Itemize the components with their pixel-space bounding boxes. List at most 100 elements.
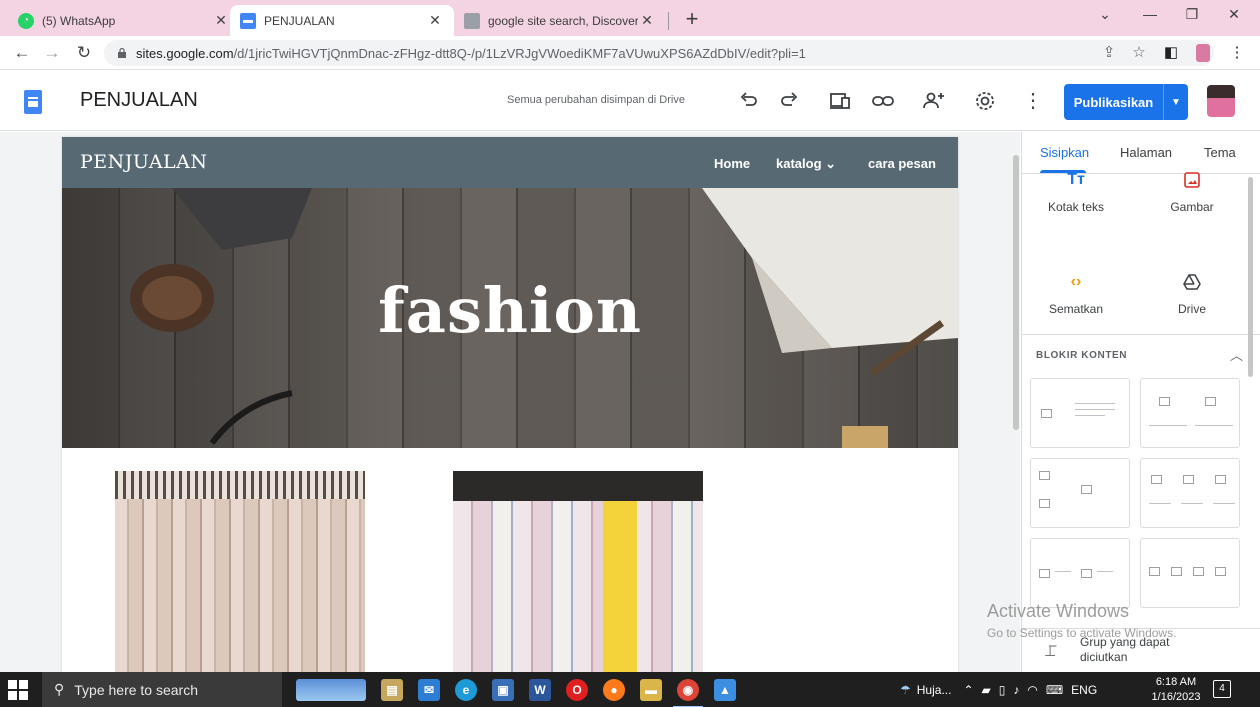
show-hidden-icons-icon[interactable]: ⌃	[963, 683, 973, 697]
search-highlight-image-icon[interactable]	[296, 679, 366, 701]
clock-time: 6:18 AM	[1155, 676, 1197, 688]
tab-google-search[interactable]: google site search, Discovertoda ✕	[454, 5, 666, 36]
folder-icon[interactable]: ▬	[640, 679, 662, 701]
more-vert-icon[interactable]: ⋮	[1020, 88, 1046, 114]
google-sites-logo-icon[interactable]	[24, 90, 42, 114]
content-block-image-text-pair[interactable]	[1030, 538, 1130, 608]
content-block-three-images[interactable]	[1140, 458, 1240, 528]
url-host: sites.google.com	[136, 45, 234, 61]
tab-search-button[interactable]: ⌄	[1085, 6, 1125, 30]
firefox-icon[interactable]: ●	[603, 679, 625, 701]
publish-button[interactable]: Publikasikan ▼	[1064, 84, 1188, 120]
close-tab-icon[interactable]: ✕	[426, 12, 444, 29]
bookmark-star-icon[interactable]: ☆	[1128, 42, 1150, 64]
weather-text[interactable]: Huja...	[917, 683, 952, 697]
undo-icon[interactable]	[735, 88, 761, 114]
clothes-rack-image-1[interactable]	[115, 471, 365, 672]
volume-icon[interactable]: ♪	[1013, 683, 1019, 697]
notification-center-icon[interactable]: 4	[1213, 680, 1231, 698]
keyboard-icon[interactable]: ⌨	[1046, 683, 1063, 697]
back-arrow-icon[interactable]: ←	[10, 41, 34, 65]
insert-text-box-button[interactable]: Tт Kotak teks	[1026, 168, 1126, 214]
taskbar-clock[interactable]: 6:18 AM 1/16/2023	[1151, 675, 1201, 705]
nav-katalog[interactable]: katalog ⌄	[776, 156, 836, 172]
image-placeholder-icon	[1215, 567, 1226, 576]
taskbar-search-box[interactable]: ⚲ Type here to search	[42, 672, 282, 707]
reload-icon[interactable]: ↻	[72, 41, 96, 65]
address-bar[interactable]: sites.google.com/d/1jricTwiHGVTjQnmDnac-…	[104, 40, 1214, 66]
content-block-image-text[interactable]	[1030, 378, 1130, 448]
link-icon[interactable]	[870, 88, 896, 114]
forward-arrow-icon[interactable]: →	[40, 41, 64, 65]
image-placeholder-icon	[1159, 397, 1170, 406]
insert-embed-button[interactable]: ‹› Sematkan	[1026, 270, 1126, 316]
search-icon: ⚲	[54, 681, 65, 697]
site-brand[interactable]: PENJUALAN	[80, 151, 208, 173]
nav-home[interactable]: Home	[714, 156, 750, 171]
insert-image-button[interactable]: Gambar	[1142, 168, 1242, 214]
image-placeholder-icon	[1039, 569, 1050, 578]
insert-drive-button[interactable]: Drive	[1142, 270, 1242, 316]
drive-icon	[1142, 270, 1242, 294]
hero-title[interactable]: fashion	[62, 274, 958, 347]
publish-options-chevron-icon[interactable]: ▼	[1164, 84, 1188, 120]
nav-cara-pesan[interactable]: cara pesan	[868, 156, 936, 171]
tab-penjualan[interactable]: ▬ PENJUALAN ✕	[230, 5, 454, 36]
meet-now-icon[interactable]: ▰	[982, 683, 991, 697]
file-explorer-icon[interactable]: ▤	[381, 679, 403, 701]
preview-icon[interactable]	[827, 88, 853, 114]
hero-banner[interactable]: fashion	[62, 188, 958, 448]
image-placeholder-icon	[1215, 475, 1226, 484]
store-icon[interactable]: ▣	[492, 679, 514, 701]
browser-menu-icon[interactable]: ⋮	[1226, 42, 1248, 64]
settings-icon[interactable]	[972, 88, 998, 114]
canvas-scrollbar[interactable]	[1013, 155, 1019, 430]
edge-browser-icon[interactable]: e	[455, 679, 477, 701]
redo-icon[interactable]	[777, 88, 803, 114]
text-line	[1075, 415, 1105, 416]
content-block-four-images[interactable]	[1140, 538, 1240, 608]
side-panel-icon[interactable]: ◧	[1160, 42, 1182, 64]
share-with-others-icon[interactable]	[921, 88, 947, 114]
content-block-image-grid[interactable]	[1030, 458, 1130, 528]
photos-icon[interactable]: ▲	[714, 679, 736, 701]
collapse-chevron-up-icon[interactable]: ︿	[1230, 345, 1243, 364]
site-document-title[interactable]: PENJUALAN	[80, 89, 198, 112]
tab-title: google site search, Discovertoda	[488, 13, 638, 28]
tab-halaman[interactable]: Halaman	[1120, 145, 1172, 160]
tab-tema[interactable]: Tema	[1204, 145, 1236, 160]
battery-icon[interactable]: ▯	[999, 683, 1006, 697]
editor-canvas: PENJUALAN Home katalog ⌄ cara pesan fash…	[0, 132, 1020, 672]
new-tab-button[interactable]: +	[680, 8, 704, 32]
clothes-rack-image-2[interactable]	[453, 471, 703, 672]
panel-scrollbar[interactable]	[1248, 177, 1253, 377]
site-page-preview[interactable]: PENJUALAN Home katalog ⌄ cara pesan fash…	[62, 137, 958, 672]
close-window-button[interactable]: ✕	[1214, 6, 1254, 30]
mail-icon[interactable]: ✉	[418, 679, 440, 701]
opera-icon[interactable]: O	[566, 679, 588, 701]
share-page-icon[interactable]: ⇪	[1098, 42, 1120, 64]
image-placeholder-icon	[1205, 397, 1216, 406]
text-line	[1195, 425, 1233, 426]
windows-start-icon[interactable]	[8, 680, 28, 700]
tab-sisipkan[interactable]: Sisipkan	[1040, 145, 1089, 160]
image-icon	[1142, 168, 1242, 192]
content-block-two-images[interactable]	[1140, 378, 1240, 448]
language-indicator[interactable]: ENG	[1071, 683, 1097, 697]
account-avatar[interactable]	[1207, 85, 1235, 117]
tab-whatsapp[interactable]: ◔ (5) WhatsApp ✕	[8, 5, 240, 36]
watermark-title: Activate Windows	[987, 601, 1130, 621]
system-tray: ☂ Huja... ⌃ ▰ ▯ ♪ ◠ ⌨ ENG	[900, 672, 1097, 707]
chrome-icon[interactable]: ◉	[673, 679, 703, 707]
image-placeholder-icon	[1149, 567, 1160, 576]
close-tab-icon[interactable]: ✕	[638, 12, 656, 29]
network-icon[interactable]: ◠	[1027, 683, 1037, 697]
close-tab-icon[interactable]: ✕	[212, 12, 230, 29]
weather-rain-icon[interactable]: ☂	[900, 683, 911, 697]
restore-button[interactable]: ❐	[1172, 6, 1212, 30]
minimize-button[interactable]: —	[1130, 6, 1170, 30]
text-line	[1055, 571, 1071, 572]
profile-avatar[interactable]	[1192, 42, 1214, 64]
text-line	[1181, 503, 1203, 504]
word-icon[interactable]: W	[529, 679, 551, 701]
